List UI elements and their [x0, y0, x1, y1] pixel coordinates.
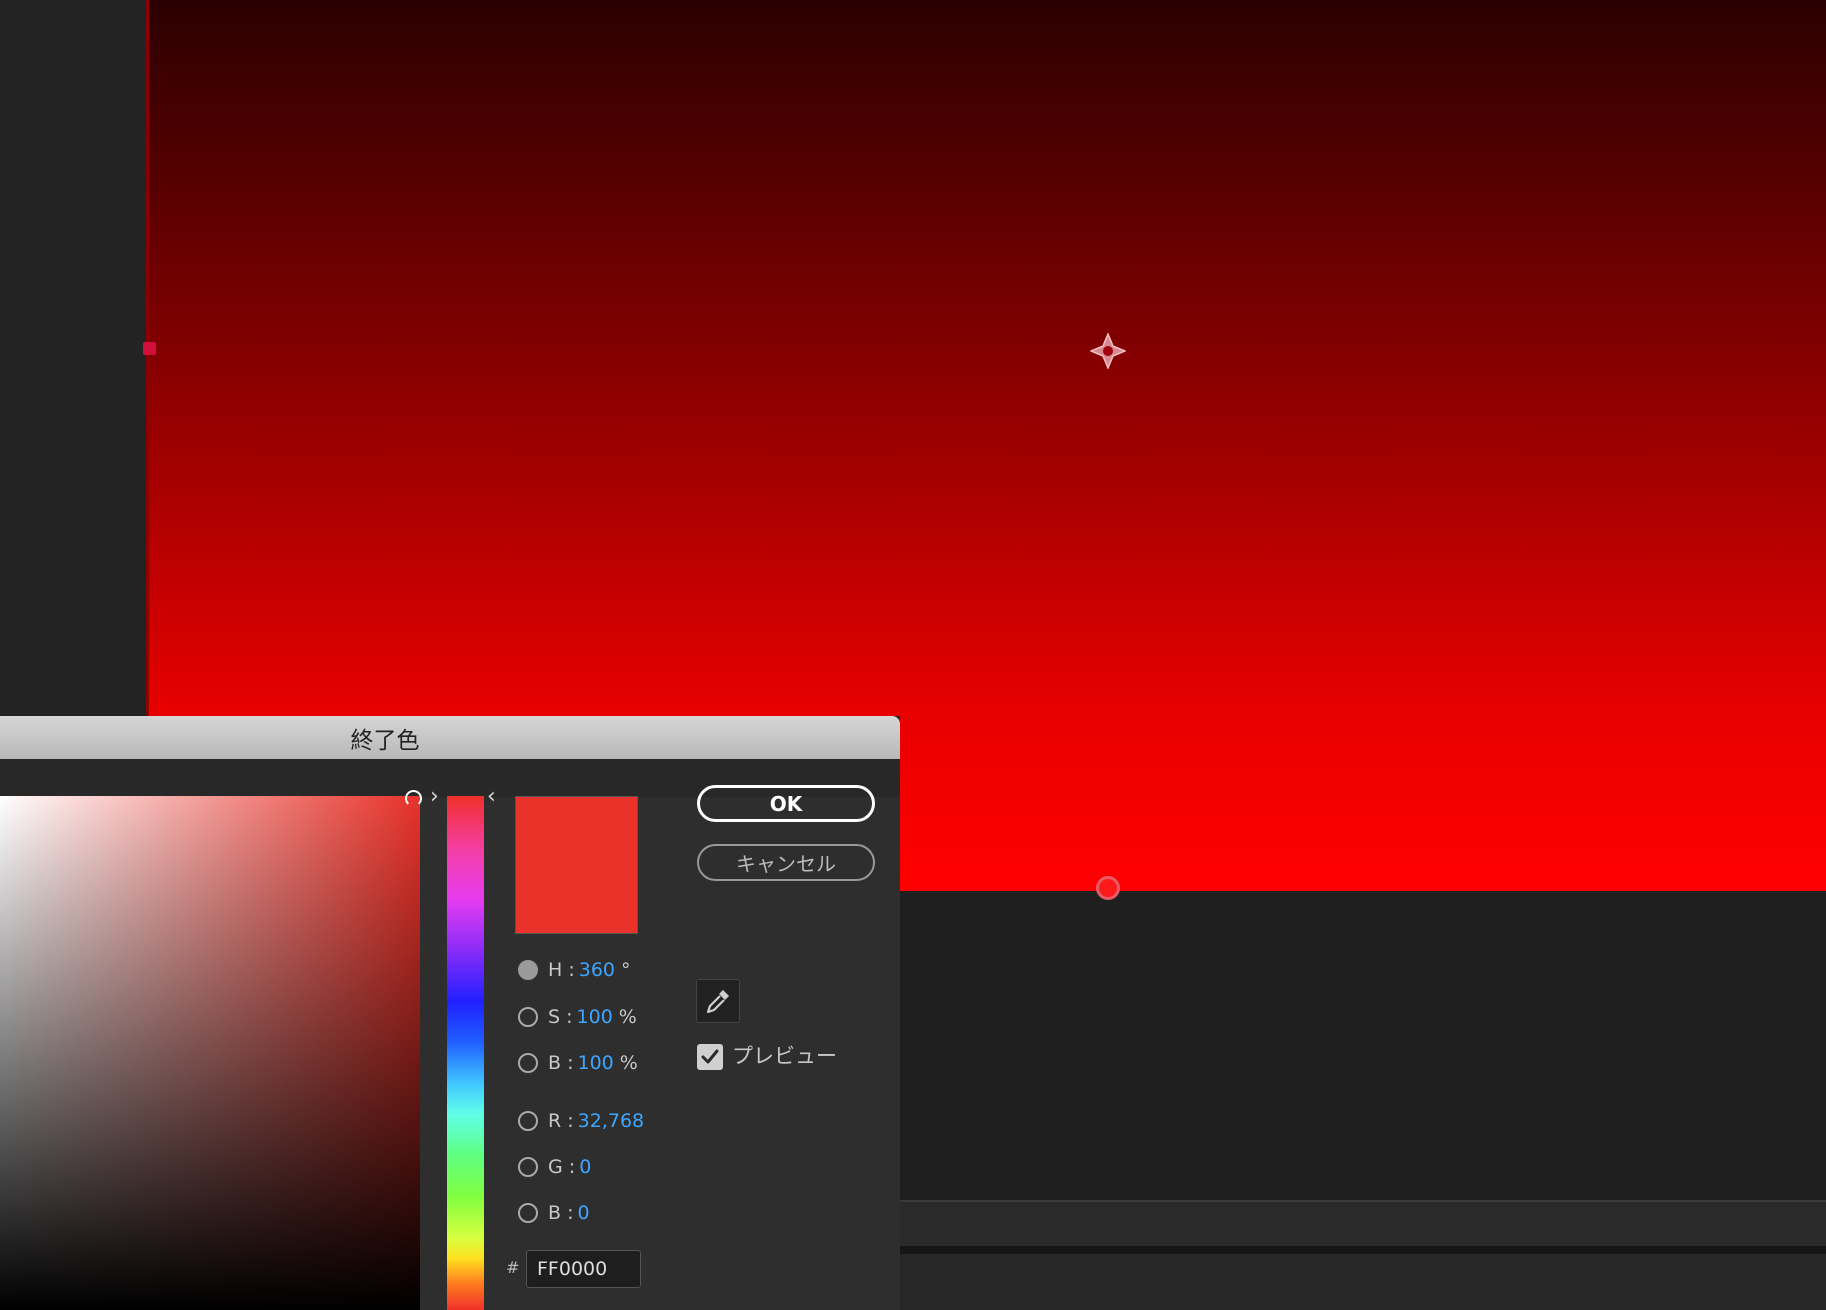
dialog-title: 終了色: [350, 727, 420, 754]
saturation-row: S : 100 %: [518, 1002, 637, 1032]
hue-slider-left-arrow-icon[interactable]: ‹: [487, 784, 496, 809]
blue-value[interactable]: 0: [578, 1202, 590, 1224]
hue-radio[interactable]: [518, 960, 538, 980]
eyedropper-icon: [706, 990, 729, 1014]
red-radio[interactable]: [518, 1111, 538, 1131]
saturation-brightness-field[interactable]: [0, 796, 420, 1310]
preview-checkbox[interactable]: [697, 1044, 723, 1070]
cancel-button[interactable]: キャンセル: [697, 844, 875, 881]
timeline-bar: [900, 1200, 1826, 1248]
saturation-radio[interactable]: [518, 1007, 538, 1027]
hue-value[interactable]: 360: [579, 959, 615, 981]
green-row: G : 0: [518, 1152, 591, 1182]
brightness-row: B : 100 %: [518, 1048, 638, 1078]
ok-button[interactable]: OK: [697, 785, 875, 822]
green-radio[interactable]: [518, 1157, 538, 1177]
red-label: R: [548, 1110, 562, 1132]
preview-label: プレビュー: [732, 1044, 837, 1068]
hex-input[interactable]: [526, 1250, 641, 1288]
hue-label: H: [548, 959, 563, 981]
hex-hash-symbol: #: [506, 1258, 520, 1277]
checkmark-icon: [701, 1049, 719, 1064]
blue-row: B : 0: [518, 1198, 590, 1228]
gradient-start-handle-icon[interactable]: [1090, 333, 1126, 369]
blue-radio[interactable]: [518, 1203, 538, 1223]
brightness-label: B: [548, 1052, 562, 1074]
hue-slider-right-arrow-icon[interactable]: ›: [430, 784, 439, 809]
brightness-value[interactable]: 100: [578, 1052, 614, 1074]
color-field-cursor[interactable]: [405, 790, 422, 807]
green-label: G: [548, 1156, 563, 1178]
saturation-unit: %: [618, 1006, 637, 1028]
hue-row: H : 360 °: [518, 955, 631, 985]
green-value[interactable]: 0: [579, 1156, 591, 1178]
blue-label: B: [548, 1202, 562, 1224]
hue-slider[interactable]: [447, 796, 484, 1310]
eyedropper-button[interactable]: [696, 979, 740, 1023]
bottom-panel: [900, 1254, 1826, 1310]
red-row: R : 32,768: [518, 1106, 644, 1136]
gradient-end-handle[interactable]: [1096, 876, 1120, 900]
layer-edge-handle[interactable]: [143, 342, 156, 355]
hue-unit: °: [621, 959, 631, 981]
saturation-label: S: [548, 1006, 561, 1028]
color-swatch: [515, 796, 638, 934]
brightness-unit: %: [619, 1052, 638, 1074]
timeline-track[interactable]: [900, 1246, 1826, 1254]
dialog-titlebar[interactable]: 終了色: [0, 716, 900, 759]
saturation-value[interactable]: 100: [577, 1006, 613, 1028]
red-value[interactable]: 32,768: [578, 1110, 644, 1132]
brightness-radio[interactable]: [518, 1053, 538, 1073]
canvas-edge: [146, 0, 149, 715]
